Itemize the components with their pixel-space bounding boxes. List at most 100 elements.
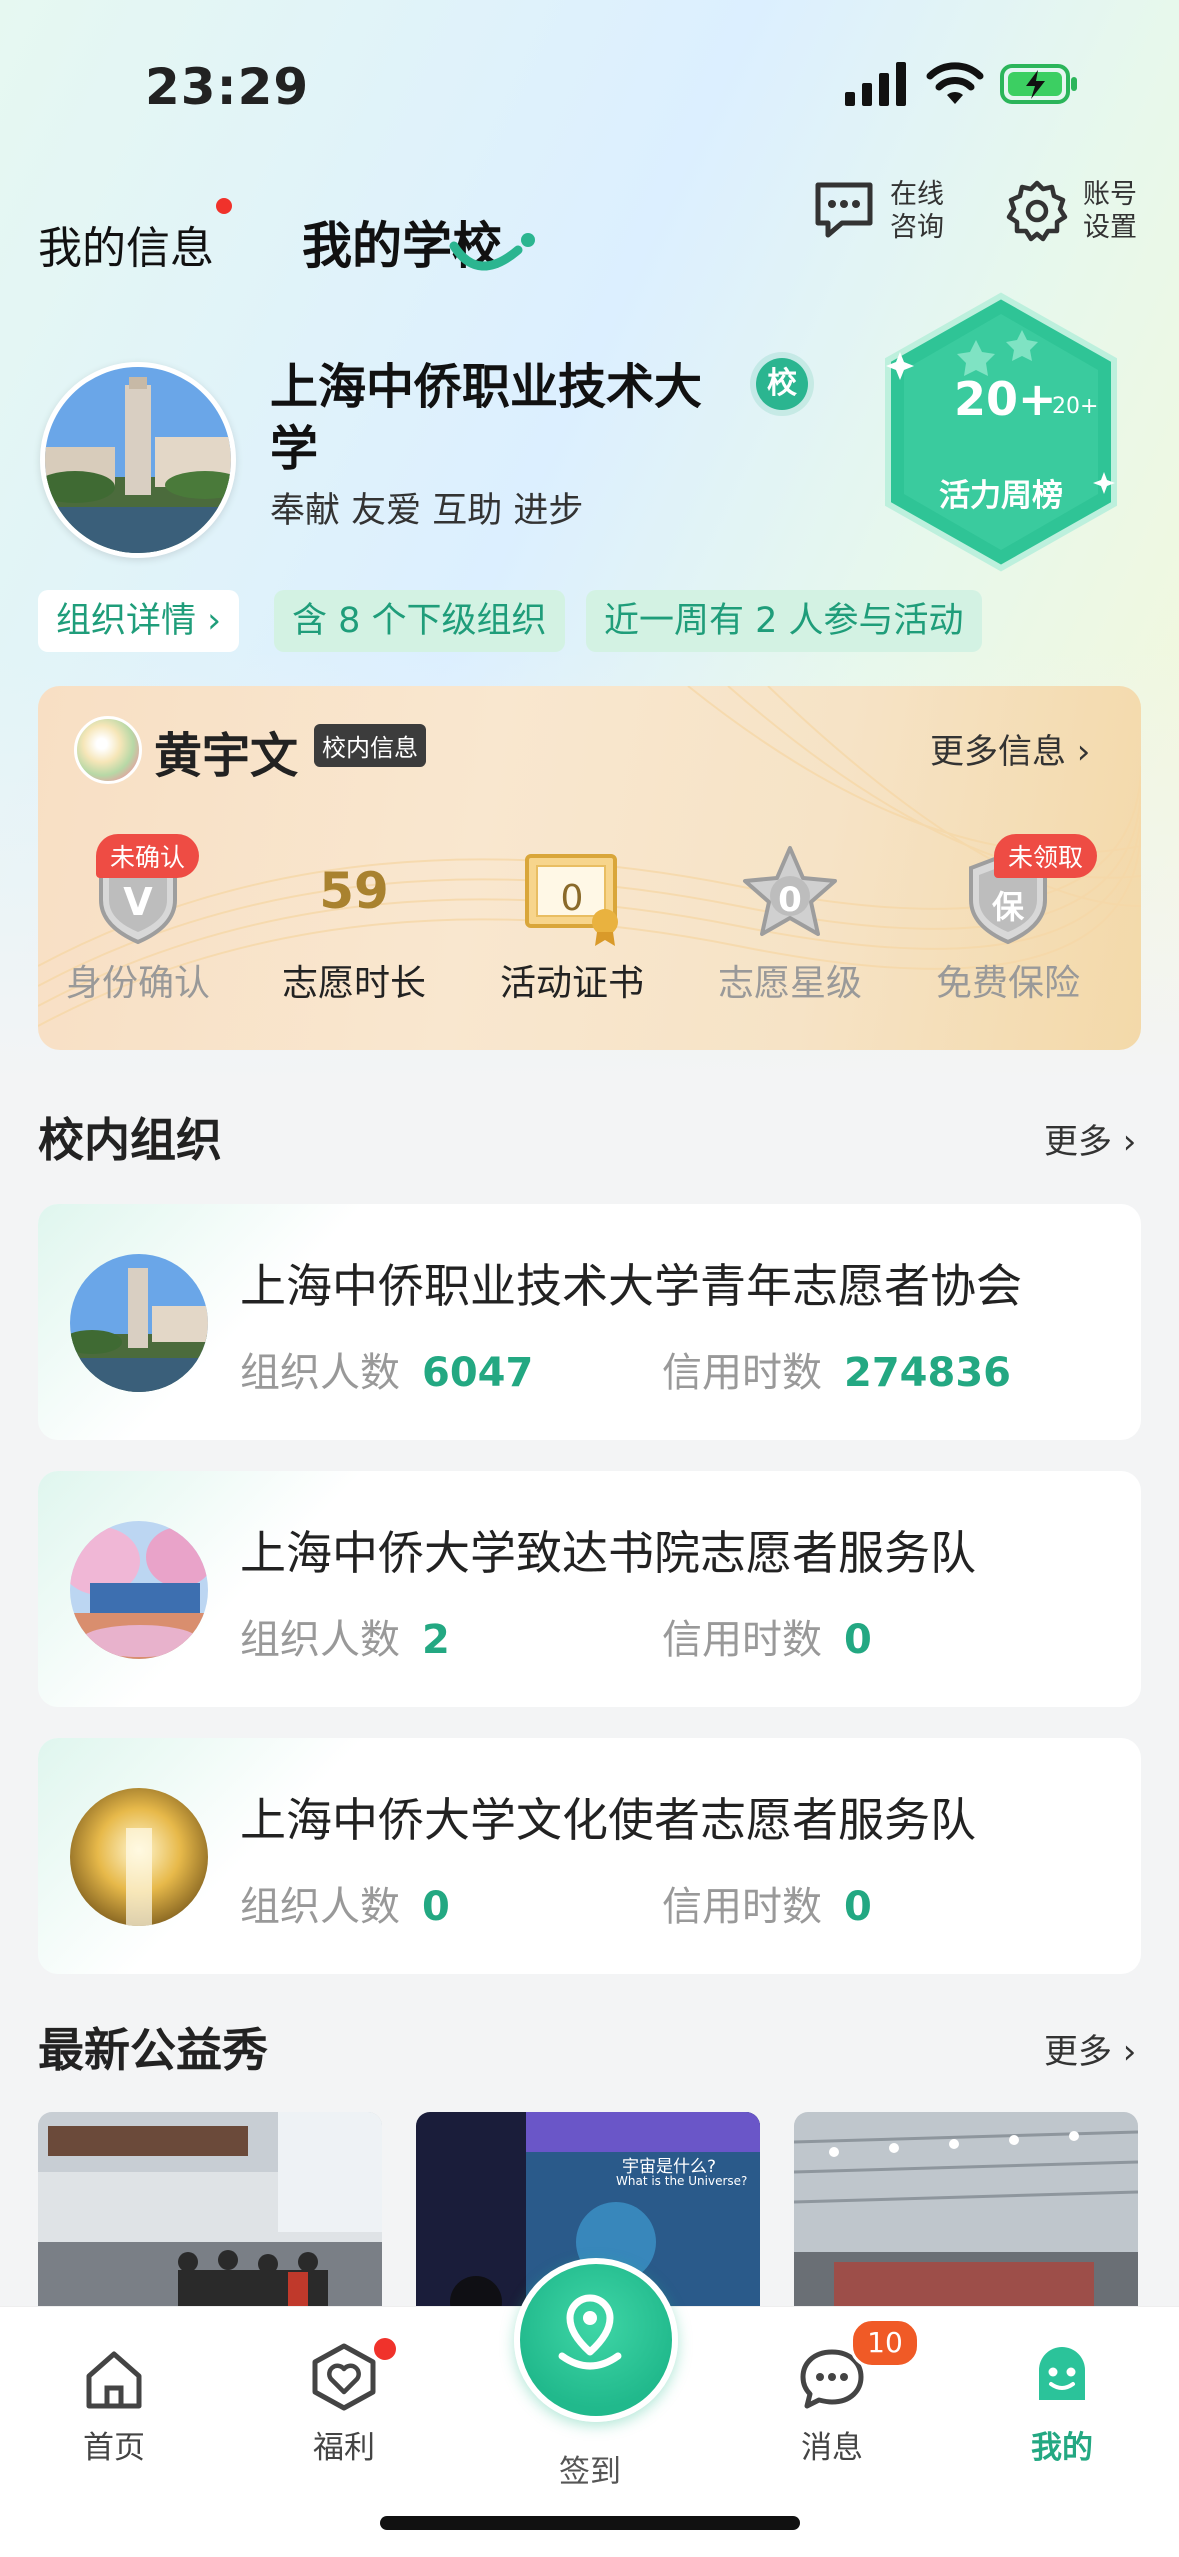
gear-icon bbox=[1006, 180, 1068, 242]
showcase-more-label: 更多 bbox=[1044, 2032, 1112, 2072]
online-consult-button[interactable]: 在线 咨询 bbox=[812, 178, 944, 244]
consult-label-2: 咨询 bbox=[890, 212, 944, 243]
org-hours-value: 274836 bbox=[844, 1350, 1011, 1396]
org-hours: 信用时数 0 bbox=[662, 1874, 872, 1932]
school-photo bbox=[45, 367, 231, 553]
org-hours-label: 信用时数 bbox=[662, 1884, 822, 1930]
active-tab-smile-icon bbox=[449, 233, 535, 271]
insurance-icon-text: 保 bbox=[991, 888, 1024, 926]
tab-messages-label: 消息 bbox=[801, 2430, 863, 2466]
tab-welfare[interactable]: 福利 bbox=[274, 2330, 414, 2467]
org-name: 上海中侨职业技术大学青年志愿者协会 bbox=[240, 1259, 1022, 1313]
showcase-image[interactable] bbox=[794, 2112, 1138, 2312]
tab-mine-label: 我的 bbox=[1031, 2430, 1093, 2466]
more-info-link[interactable]: 更多信息 › bbox=[930, 724, 1090, 773]
tab-messages[interactable]: 10 消息 bbox=[762, 2318, 920, 2467]
campus-orgs-more-link[interactable]: 更多 › bbox=[1044, 1114, 1136, 1163]
org-hours: 信用时数 0 bbox=[662, 1607, 872, 1665]
tab-home-label: 首页 bbox=[83, 2430, 145, 2466]
sub-orgs-tag[interactable]: 含 8 个下级组织 bbox=[274, 590, 565, 652]
org-hours-value: 0 bbox=[844, 1617, 872, 1663]
star-level: 0 bbox=[778, 880, 802, 920]
location-pin-icon bbox=[558, 2294, 622, 2370]
volunteer-star-item[interactable]: 0 志愿星级 bbox=[690, 836, 890, 1006]
chevron-right-icon: › bbox=[1112, 2032, 1137, 2072]
showcase-title: 最新公益秀 bbox=[38, 2023, 268, 2077]
org-logo bbox=[70, 1521, 208, 1659]
user-name: 黄宇文 bbox=[154, 728, 299, 784]
school-badge: 校 bbox=[756, 358, 808, 410]
certificate-count: 0 bbox=[560, 878, 584, 919]
identity-icon-text: V bbox=[123, 880, 153, 924]
org-members-label: 组织人数 bbox=[240, 1617, 400, 1663]
chevron-right-icon: › bbox=[1066, 732, 1091, 772]
heart-hexagon-icon bbox=[312, 2343, 376, 2411]
org-members: 组织人数 6047 bbox=[240, 1340, 533, 1398]
chevron-right-icon: › bbox=[1112, 1122, 1137, 1162]
volunteer-hours-value: 59 bbox=[319, 862, 389, 920]
weekly-vitality-ranking[interactable]: 20+ 20+ 活力周榜 bbox=[876, 292, 1126, 572]
welfare-notification-dot bbox=[374, 2338, 396, 2360]
org-name: 上海中侨大学致达书院志愿者服务队 bbox=[240, 1526, 976, 1580]
tab-mine[interactable]: 我的 bbox=[992, 2330, 1132, 2467]
tab-home[interactable]: 首页 bbox=[44, 2330, 184, 2467]
checkin-label: 签到 bbox=[559, 2454, 621, 2490]
org-logo bbox=[70, 1788, 208, 1926]
org-members-value: 2 bbox=[422, 1617, 450, 1663]
org-members-value: 0 bbox=[422, 1884, 450, 1930]
org-detail-button[interactable]: 组织详情 › bbox=[38, 590, 240, 652]
org-members: 组织人数 0 bbox=[240, 1874, 450, 1932]
org-hours-label: 信用时数 bbox=[662, 1617, 822, 1663]
campus-orgs-more-label: 更多 bbox=[1044, 1122, 1112, 1162]
org-members-label: 组织人数 bbox=[240, 1884, 400, 1930]
org-hours-value: 0 bbox=[844, 1884, 872, 1930]
org-members-value: 6047 bbox=[422, 1350, 534, 1396]
volunteer-hours-item[interactable]: 59 志愿时长 bbox=[254, 836, 454, 1006]
showcase-image[interactable] bbox=[38, 2112, 382, 2312]
org-name: 上海中侨大学文化使者志愿者服务队 bbox=[240, 1793, 976, 1847]
identity-label: 身份确认 bbox=[65, 963, 210, 1004]
org-members-label: 组织人数 bbox=[240, 1350, 400, 1396]
account-settings-button[interactable]: 账号 设置 bbox=[1005, 178, 1137, 244]
activity-certificate-item[interactable]: 0 活动证书 bbox=[472, 836, 672, 1006]
unclaimed-badge: 未领取 bbox=[994, 834, 1098, 878]
weekly-value: 20+ bbox=[954, 372, 1057, 426]
free-insurance-item[interactable]: 保 未领取 免费保险 bbox=[908, 834, 1108, 1006]
signal-icon bbox=[845, 62, 906, 106]
more-info-label: 更多信息 bbox=[930, 732, 1066, 772]
home-indicator bbox=[380, 2516, 800, 2530]
org-members: 组织人数 2 bbox=[240, 1607, 450, 1665]
messages-badge: 10 bbox=[850, 2318, 920, 2368]
org-hours: 信用时数 274836 bbox=[662, 1340, 1011, 1398]
campus-orgs-title: 校内组织 bbox=[38, 1113, 222, 1167]
chat-icon bbox=[815, 182, 873, 238]
school-logo[interactable] bbox=[40, 362, 236, 558]
org-card[interactable]: 上海中侨职业技术大学青年志愿者协会 组织人数 6047 信用时数 274836 bbox=[38, 1204, 1141, 1440]
settings-label-1: 账号 bbox=[1083, 179, 1137, 210]
org-logo bbox=[70, 1254, 208, 1392]
chevron-right-icon: › bbox=[196, 601, 222, 641]
showcase-more-link[interactable]: 更多 › bbox=[1044, 2024, 1136, 2073]
identity-confirm-item[interactable]: V 未确认 身份确认 bbox=[38, 834, 238, 1006]
checkin-button[interactable] bbox=[514, 2258, 678, 2422]
unconfirmed-badge: 未确认 bbox=[96, 834, 200, 878]
insurance-label: 免费保险 bbox=[935, 963, 1080, 1004]
tab-my-info[interactable]: 我的信息 bbox=[38, 212, 214, 276]
weekly-label: 活力周榜 bbox=[939, 478, 1063, 514]
user-avatar[interactable] bbox=[74, 716, 142, 784]
org-card[interactable]: 上海中侨大学致达书院志愿者服务队 组织人数 2 信用时数 0 bbox=[38, 1471, 1141, 1707]
certificate-label: 活动证书 bbox=[499, 963, 644, 1004]
smiley-profile-icon bbox=[1039, 2347, 1085, 2400]
volunteer-hours-label: 志愿时长 bbox=[281, 963, 426, 1004]
wifi-icon bbox=[926, 62, 984, 104]
home-icon bbox=[86, 2351, 142, 2409]
campus-info-tag: 校内信息 bbox=[314, 724, 426, 767]
school-motto: 奉献 友爱 互助 进步 bbox=[270, 491, 584, 531]
battery-charging-icon bbox=[1000, 64, 1077, 104]
active-members-tag[interactable]: 近一周有 2 人参与活动 bbox=[586, 590, 982, 652]
org-card[interactable]: 上海中侨大学文化使者志愿者服务队 组织人数 0 信用时数 0 bbox=[38, 1738, 1141, 1974]
profile-card: 黄宇文 校内信息 更多信息 › V 未确认 身份确认 59 志愿时长 0 活动证… bbox=[38, 686, 1141, 1050]
consult-label-1: 在线 bbox=[890, 179, 944, 210]
org-detail-label: 组织详情 bbox=[56, 601, 197, 641]
school-name: 上海中侨职业技术大学 bbox=[270, 359, 703, 477]
